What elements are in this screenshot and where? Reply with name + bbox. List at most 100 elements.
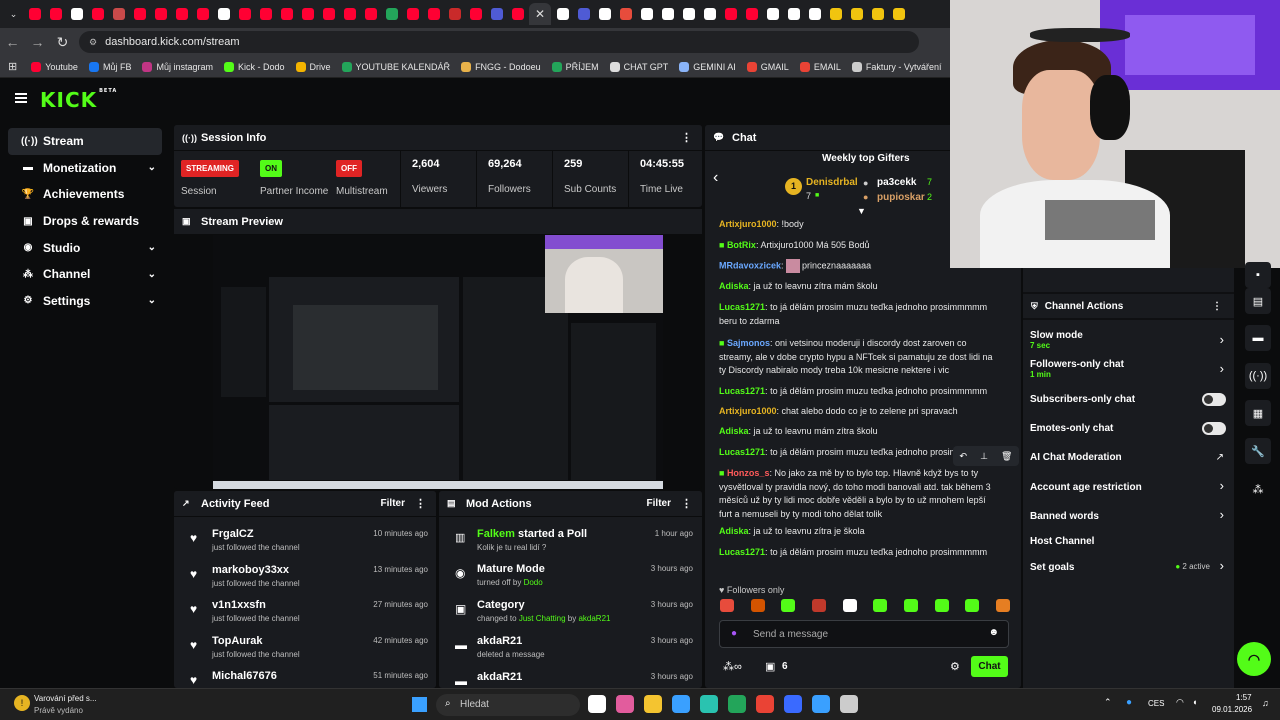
reply-icon[interactable]: ↶ <box>960 451 968 462</box>
chevron-right-icon[interactable]: › <box>1220 507 1224 522</box>
browser-tab[interactable] <box>553 3 572 25</box>
taskbar-app-icon[interactable] <box>644 695 662 713</box>
external-link-icon[interactable]: ↗ <box>1216 452 1224 463</box>
message-input[interactable]: ● Send a message ☻ <box>719 620 1009 648</box>
chat-username[interactable]: MRdavoxzicek <box>719 260 781 270</box>
emotes-only-toggle[interactable] <box>1202 422 1226 435</box>
taskbar-search[interactable]: ⌕ Hledat <box>436 694 580 716</box>
taskbar-app-icon[interactable] <box>756 695 774 713</box>
browser-tab[interactable] <box>508 3 527 25</box>
clock-time[interactable]: 1:57 <box>1236 693 1252 702</box>
emote-icon[interactable] <box>965 599 980 612</box>
taskbar-app-icon[interactable] <box>728 695 746 713</box>
chat-username[interactable]: Lucas1271 <box>719 386 765 396</box>
sidebar-item-stream[interactable]: ((·)) Stream <box>8 128 162 155</box>
taskbar-app-icon[interactable] <box>840 695 858 713</box>
rail-wrench-icon[interactable]: 🔧 <box>1245 438 1271 464</box>
chat-message[interactable]: Adiska: ja už to leavnu zítra je škola <box>719 525 997 539</box>
more-icon[interactable]: ⋮ <box>1212 301 1222 312</box>
emote-icon[interactable] <box>873 599 888 612</box>
taskbar-app-icon[interactable] <box>672 695 690 713</box>
taskbar-app-icon[interactable] <box>812 695 830 713</box>
activity-filter-button[interactable]: Filter <box>381 498 405 509</box>
mod-user[interactable]: Falkem <box>477 528 515 540</box>
chevron-left-icon[interactable]: ‹ <box>713 169 718 187</box>
menu-icon[interactable] <box>15 93 27 103</box>
browser-tab[interactable] <box>109 3 128 25</box>
emote-icon[interactable] <box>720 599 734 612</box>
infinity-icon[interactable]: ⁂∞ <box>723 660 742 673</box>
browser-tab[interactable] <box>25 3 44 25</box>
back-icon[interactable]: ← <box>0 34 25 50</box>
browser-tab[interactable] <box>574 3 593 25</box>
notification-widget[interactable]: ! Varování před s... Právě vydáno <box>10 692 120 718</box>
chat-message[interactable]: Lucas1271: to já dělám prosim muzu teďka… <box>719 301 997 328</box>
browser-tab[interactable] <box>889 3 908 25</box>
taskbar-app-icon[interactable] <box>784 695 802 713</box>
mod-category[interactable]: Just Chatting <box>519 614 566 623</box>
browser-tab[interactable] <box>742 3 761 25</box>
bookmark-item[interactable]: GEMINI AI <box>679 61 736 72</box>
more-icon[interactable]: ⋮ <box>415 497 426 510</box>
browser-tab[interactable] <box>637 3 656 25</box>
browser-tab[interactable] <box>424 3 443 25</box>
chevron-right-icon[interactable]: › <box>1220 478 1224 493</box>
bell-icon[interactable]: ♫ <box>1262 698 1269 708</box>
gifter-name[interactable]: pa3cekk <box>877 177 916 188</box>
clock-date[interactable]: 09.01.2026 <box>1212 705 1252 714</box>
wifi-icon[interactable]: ◠ <box>1176 697 1184 708</box>
host-channel-item[interactable]: Host Channel <box>1030 536 1230 547</box>
browser-tab[interactable] <box>298 3 317 25</box>
volume-icon[interactable]: ◖ <box>1192 697 1197 707</box>
sidebar-item-drops-rewards[interactable]: ▣ Drops & rewards <box>8 208 162 235</box>
browser-tab[interactable] <box>466 3 485 25</box>
gifter-name[interactable]: Denisdrbal <box>806 177 858 188</box>
active-tab[interactable]: ✕ <box>529 3 551 25</box>
browser-tab[interactable] <box>868 3 887 25</box>
emote-icon[interactable] <box>995 599 1010 612</box>
browser-tab[interactable] <box>361 3 380 25</box>
chat-message[interactable]: Adiska: ja už to leavnu zítra mám školu <box>719 280 997 294</box>
subscribers-only-toggle[interactable] <box>1202 393 1226 406</box>
browser-tab[interactable] <box>256 3 275 25</box>
browser-tab[interactable] <box>382 3 401 25</box>
chevron-down-icon[interactable]: ⌄ <box>148 242 156 253</box>
language-indicator[interactable]: CES <box>1148 699 1164 708</box>
chat-username[interactable]: Honzos_s <box>727 468 770 478</box>
browser-tab[interactable] <box>679 3 698 25</box>
bookmark-item[interactable]: FNGG - Dodoeu <box>461 61 541 72</box>
more-icon[interactable]: ⋮ <box>681 131 692 144</box>
bookmark-item[interactable]: Můj instagram <box>142 61 213 72</box>
browser-tab[interactable] <box>340 3 359 25</box>
rail-stack-icon[interactable]: ▦ <box>1245 400 1271 426</box>
mic-icon[interactable]: ● <box>731 628 737 639</box>
kick-logo[interactable]: KICK BETA <box>40 88 117 112</box>
chevron-right-icon[interactable]: › <box>1220 558 1224 573</box>
browser-tab[interactable] <box>784 3 803 25</box>
browser-tab[interactable] <box>487 3 506 25</box>
chat-message[interactable]: Lucas1271: to já dělám prosim muzu teďka… <box>719 546 997 560</box>
chat-username[interactable]: Lucas1271 <box>719 302 765 312</box>
bookmark-item[interactable]: YOUTUBE KALENDÁŘ <box>341 61 450 72</box>
browser-tab[interactable] <box>151 3 170 25</box>
chat-username[interactable]: Lucas1271 <box>719 547 765 557</box>
apps-icon[interactable]: ⊞ <box>8 60 17 73</box>
mod-user[interactable]: akdaR21 <box>578 614 610 623</box>
emote-icon[interactable] <box>781 599 796 612</box>
delete-icon[interactable]: 🗑 <box>1001 451 1012 462</box>
emote-icon[interactable] <box>750 599 765 612</box>
chat-message[interactable]: Artixjuro1000: chat alebo dodo co je to … <box>719 405 997 419</box>
chat-username[interactable]: BotRix <box>727 240 756 250</box>
browser-tab[interactable] <box>658 3 677 25</box>
chat-message[interactable]: Adiska: ja už to leavnu mám zítra školu <box>719 425 997 439</box>
chat-username[interactable]: Adiska <box>719 526 749 536</box>
browser-tab[interactable] <box>130 3 149 25</box>
activity-user[interactable]: markoboy33xx <box>212 564 289 576</box>
rail-doc-icon[interactable]: ▤ <box>1245 288 1271 314</box>
browser-tab[interactable] <box>46 3 65 25</box>
bookmark-item[interactable]: GMAIL <box>746 61 789 72</box>
slow-mode-item[interactable]: Slow mode 7 sec <box>1030 330 1230 350</box>
sidebar-item-achievements[interactable]: 🏆 Achievements <box>8 181 162 208</box>
chat-username[interactable]: Adiska <box>719 426 749 436</box>
browser-tab[interactable] <box>214 3 233 25</box>
